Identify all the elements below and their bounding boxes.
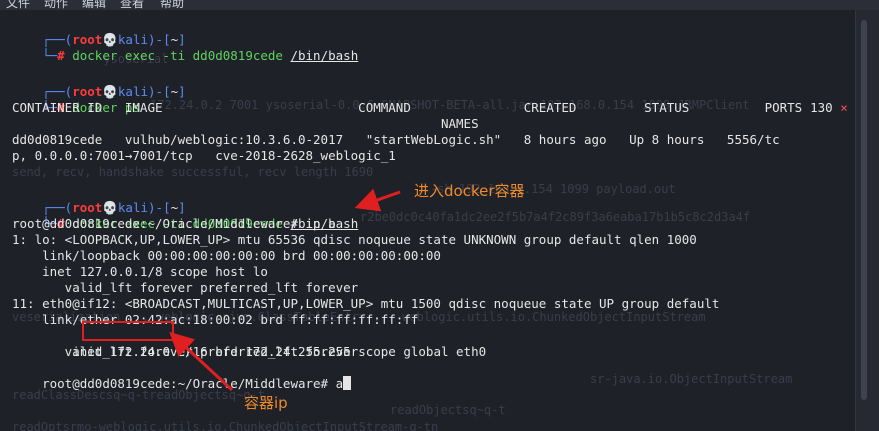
cursor (343, 376, 352, 390)
annotation-container-ip: 容器ip (244, 394, 288, 412)
prompt-corner-bottom: └─ (42, 48, 58, 63)
menu-action[interactable]: 动作 (44, 0, 68, 10)
ip-output-line: valid_lft forever preferred_lft forever (12, 344, 359, 359)
command-text: docker exec -ti dd0d0819cede (72, 48, 291, 63)
prompt-dir: ~ (170, 84, 179, 99)
scrollbar[interactable] (855, 10, 879, 431)
container-prompt-line: root@dd0d0819cede:~/Oracle/Middleware# i… (12, 216, 336, 231)
prompt-close: ] (178, 84, 186, 99)
ps-header-names: NAMES (12, 116, 479, 131)
ip-output-line: inet 127.0.0.1/8 scope host lo (12, 264, 268, 279)
menu-bar: 文件 动作 编辑 查看 帮助 (0, 0, 879, 10)
ip-highlight-box (82, 321, 174, 341)
prompt-sep: )-[ (148, 84, 171, 99)
menu-edit[interactable]: 编辑 (82, 0, 106, 10)
container-input-line[interactable]: root@dd0d0819cede:~/Oracle/Middleware# a (12, 360, 352, 408)
scrollbar-thumb[interactable] (861, 20, 867, 400)
ps-row-wrap: p, 0.0.0.0:7001→7001/tcp cve-2018-2628_w… (12, 148, 396, 163)
ip-output-line: 1: lo: <LOOPBACK,UP,LOWER_UP> mtu 65536 … (12, 232, 697, 247)
menu-help[interactable]: 帮助 (160, 0, 184, 10)
annotation-enter-docker: 进入docker容器 (414, 182, 525, 200)
error-x-icon: × (840, 100, 848, 115)
command-arg: /bin/bash (290, 48, 359, 63)
typed-input: a (335, 376, 344, 391)
terminal-area[interactable]: ysoserial 172.24.0.2 7001 ysoserial-0.0.… (0, 10, 855, 431)
prompt-hash: # (57, 48, 65, 63)
ip-output-line: link/ether 02:42:ac:18:00:02 brd ff:ff:f… (12, 312, 419, 327)
container-prompt: root@dd0d0819cede:~/Oracle/Middleware# (42, 376, 336, 391)
ip-output-line: 11: eth0@if12: <BROADCAST,MULTICAST,UP,L… (12, 296, 720, 311)
exit-code: 130 (810, 100, 833, 115)
ip-output-line: link/loopback 00:00:00:00:00:00 brd 00:0… (12, 248, 441, 263)
menu-file[interactable]: 文件 (6, 0, 30, 10)
ps-header: CONTAINER ID IMAGE COMMAND CREATED STATU… (12, 100, 803, 115)
ps-row: dd0d0819cede vulhub/weblogic:10.3.6.0-20… (12, 132, 780, 147)
ip-output-line: valid_lft forever preferred_lft forever (12, 280, 359, 295)
menu-view[interactable]: 查看 (120, 0, 144, 10)
